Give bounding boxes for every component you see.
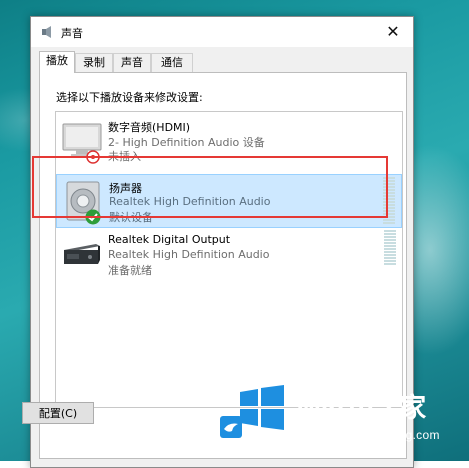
configure-button[interactable]: 配置(C): [22, 402, 94, 424]
device-name: Realtek Digital Output: [108, 233, 231, 246]
instruction-text: 选择以下播放设备来修改设置:: [56, 91, 203, 104]
digital-output-icon: [64, 244, 100, 264]
windows-logo-icon: [240, 385, 284, 430]
device-item-digital-output[interactable]: Realtek Digital Output Realtek High Defi…: [56, 228, 402, 282]
watermark: Win10之家 www.win10xitong.com: [220, 380, 469, 461]
highlight-annotation: [32, 156, 388, 218]
tab-sounds[interactable]: 声音: [113, 53, 151, 72]
watermark-url: www.win10xitong.com: [316, 428, 440, 442]
device-name: 数字音频(HDMI): [108, 121, 191, 134]
close-button[interactable]: ✕: [373, 17, 413, 47]
device-description: Realtek High Definition Audio: [108, 248, 270, 261]
volume-level-meter: [384, 230, 396, 280]
window-title: 声音: [61, 27, 83, 40]
close-icon: ✕: [386, 22, 400, 41]
title-bar[interactable]: 声音 ✕: [31, 17, 413, 47]
watermark-title: Win10之家: [296, 393, 426, 423]
tab-recording[interactable]: 录制: [75, 53, 113, 72]
tab-communications[interactable]: 通信: [151, 53, 193, 72]
tab-playback[interactable]: 播放: [39, 51, 75, 73]
device-status: 准备就绪: [108, 264, 152, 277]
speaker-icon: [42, 26, 51, 38]
